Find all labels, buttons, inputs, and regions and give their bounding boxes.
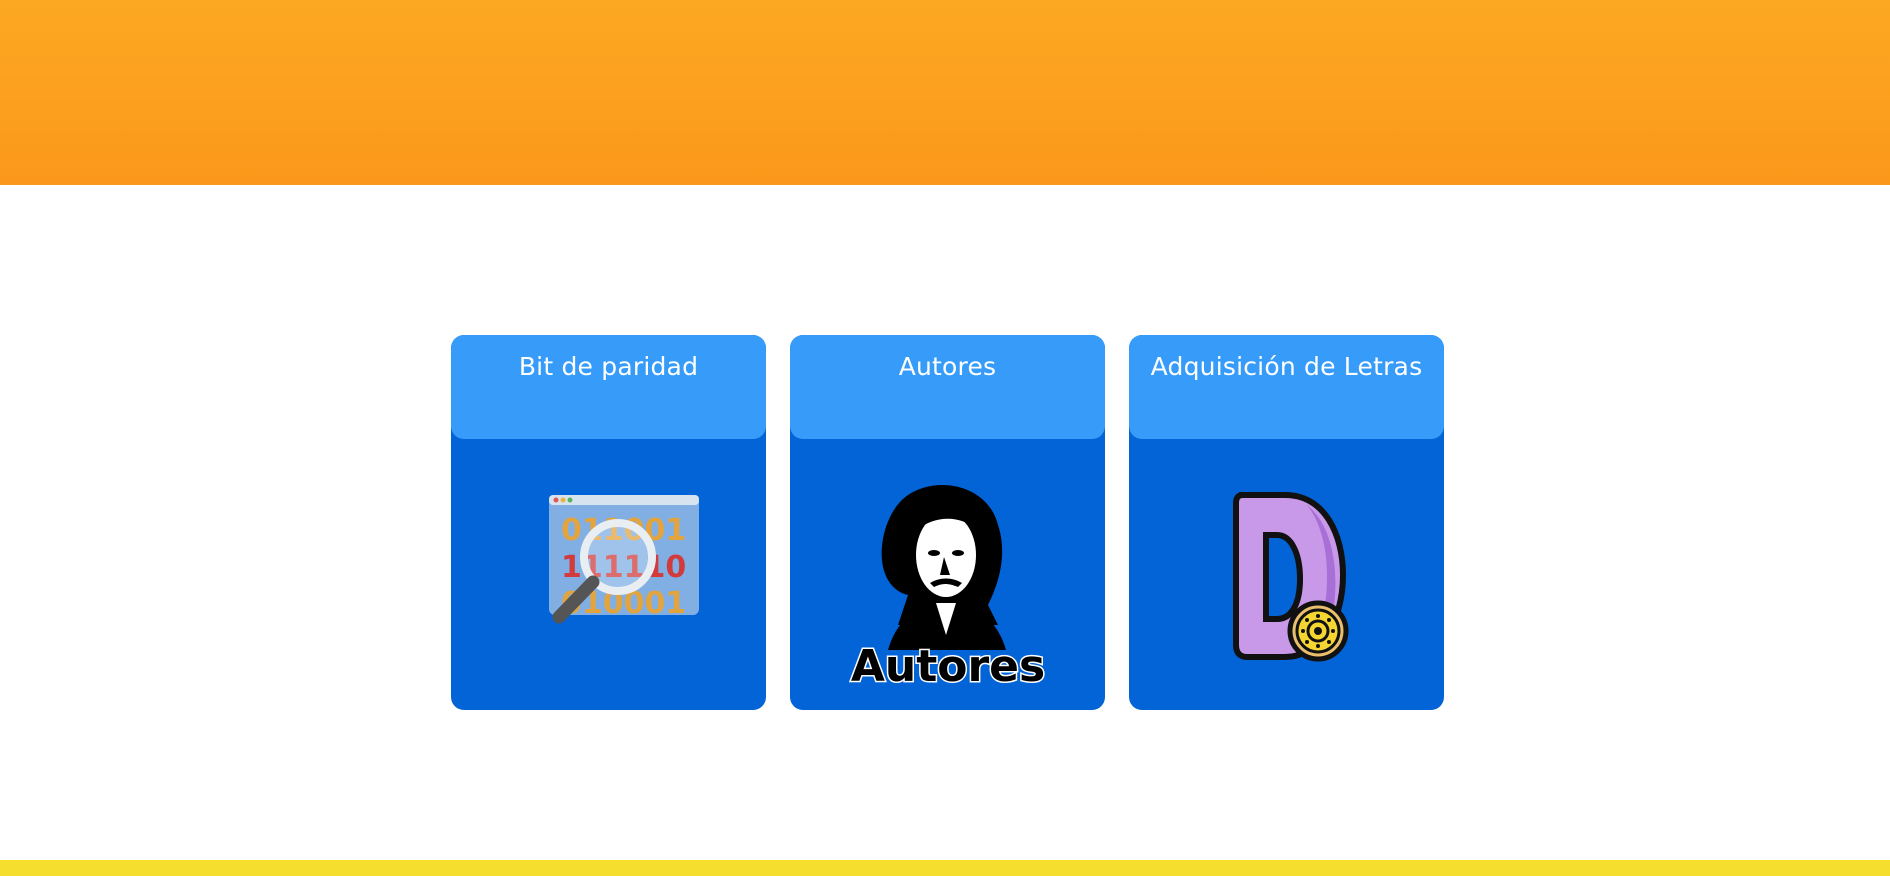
binary-magnifier-image: 011001 111110 010001 xyxy=(451,475,766,705)
card-header: Adquisición de Letras xyxy=(1129,335,1444,439)
letter-d-icon xyxy=(1232,492,1348,662)
binary-magnifier-icon: 011001 111110 010001 xyxy=(548,495,699,624)
author-portrait-image: Autores xyxy=(790,475,1105,705)
card-title: Bit de paridad xyxy=(518,352,699,381)
card-title: Adquisición de Letras xyxy=(1150,352,1423,381)
card-bit-de-paridad[interactable]: Bit de paridad 011001 111110 010001 xyxy=(451,335,766,710)
card-header: Autores xyxy=(790,335,1105,439)
author-caption: Autores xyxy=(850,641,1044,692)
card-adquisicion-de-letras[interactable]: Adquisición de Letras xyxy=(1129,335,1444,710)
card-title: Autores xyxy=(898,352,997,381)
bottom-bar xyxy=(0,860,1890,876)
top-banner xyxy=(0,0,1890,185)
author-portrait-icon: Autores xyxy=(849,485,1046,694)
card-autores[interactable]: Autores Autores xyxy=(790,335,1105,710)
card-header: Bit de paridad xyxy=(451,335,766,439)
letter-d-image xyxy=(1129,475,1444,705)
